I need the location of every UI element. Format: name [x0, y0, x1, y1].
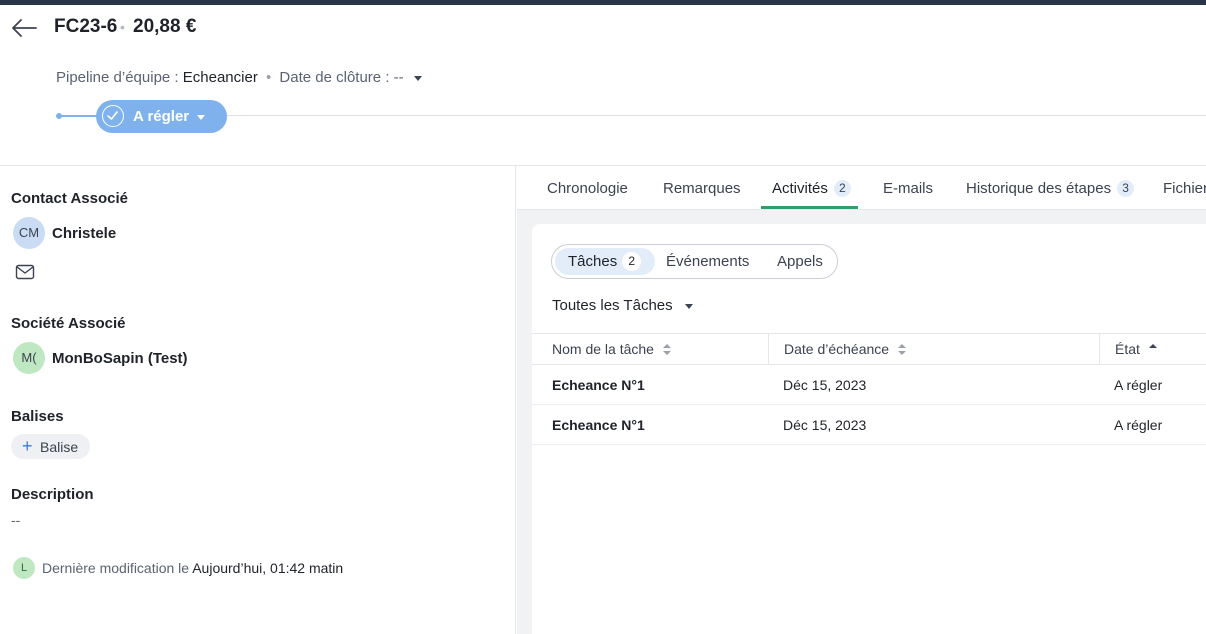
chevron-down-icon [197, 115, 205, 120]
tab-remarques[interactable]: Remarques [663, 180, 741, 197]
segment-appels[interactable]: Appels [777, 248, 823, 275]
task-filter-dropdown[interactable]: Toutes les Tâches [552, 297, 693, 314]
deal-title: FC23-6 [54, 16, 118, 37]
segment-evenements[interactable]: Événements [666, 248, 749, 275]
tab-historique[interactable]: Historique des étapes 3 [966, 180, 1135, 197]
last-modified: Dernière modification le Aujourd’hui, 01… [42, 560, 343, 576]
stage-label: A régler [133, 108, 190, 125]
task-name[interactable]: Echeance N°1 [552, 417, 645, 433]
tab-label: Chronologie [547, 180, 628, 197]
task-due-date: Déc 15, 2023 [783, 377, 867, 393]
check-icon [102, 105, 124, 127]
tab-emails[interactable]: E-mails [883, 180, 933, 197]
plus-icon: + [22, 436, 33, 456]
active-tab-indicator [761, 206, 858, 209]
chevron-down-icon [684, 303, 693, 309]
contact-name[interactable]: Christele [52, 225, 116, 242]
segment-count-badge: 2 [622, 252, 642, 271]
contact-avatar[interactable]: CM [13, 217, 45, 249]
add-tag-button[interactable]: + Balise [11, 434, 90, 459]
sort-icon [662, 344, 671, 356]
company-name[interactable]: MonBoSapin (Test) [52, 350, 188, 367]
last-modified-value: Aujourd’hui, 01:42 matin [192, 560, 344, 576]
close-date-label: Date de clôture : [279, 69, 390, 86]
company-avatar[interactable]: M( [13, 342, 45, 374]
pipeline-value-text: Echeancier [182, 69, 258, 86]
pipeline-track [58, 115, 1206, 116]
pipeline-label: Pipeline d’équipe : [56, 69, 179, 86]
task-state: A régler [1114, 417, 1163, 433]
close-date-value[interactable]: -- [394, 69, 404, 86]
column-header-due-date[interactable]: Date d’échéance [784, 334, 907, 364]
pipeline-progress [58, 115, 100, 117]
deal-header: FC23-6 • 20,88 € Pipeline d’équipe : Ech… [0, 5, 1206, 165]
segment-taches[interactable]: Tâches 2 [555, 248, 655, 275]
segment-label: Événements [666, 253, 750, 270]
sort-icon [898, 344, 907, 356]
company-section-title: Société Associé [11, 315, 126, 332]
segment-label: Appels [777, 253, 823, 270]
activity-panel: Chronologie Remarques Activités 2 E-mails… [517, 166, 1206, 634]
tags-section-title: Balises [11, 408, 64, 425]
tab-label: Historique des étapes [966, 180, 1112, 197]
deal-meta: Pipeline d’équipe : Echeancier • Date de… [56, 69, 422, 89]
last-modified-label: Dernière modification le [42, 560, 190, 576]
activity-type-switch: Tâches 2 Événements Appels [551, 244, 838, 279]
task-name[interactable]: Echeance N°1 [552, 377, 645, 393]
contact-section-title: Contact Associé [11, 190, 128, 207]
column-divider[interactable] [1099, 334, 1100, 364]
table-header: Nom de la tâche Date d’échéance État [532, 333, 1206, 365]
pipeline-start-dot [56, 113, 62, 119]
task-filter-label: Toutes les Tâches [552, 297, 673, 314]
activities-card: Tâches 2 Événements Appels Toutes les Tâc… [532, 224, 1206, 634]
task-state: A régler [1114, 377, 1163, 393]
description-value[interactable]: -- [11, 512, 20, 528]
table-row[interactable]: Echeance N°1 Déc 15, 2023 A régler [532, 365, 1206, 405]
tab-count-badge: 3 [1117, 180, 1135, 197]
title-separator: • [120, 19, 125, 35]
add-tag-label: Balise [40, 439, 79, 455]
tab-label: Fichiers [1163, 180, 1206, 197]
mail-icon[interactable] [15, 264, 35, 280]
column-divider[interactable] [768, 334, 769, 364]
meta-separator: • [265, 69, 272, 86]
stage-dropdown[interactable]: A régler [96, 100, 227, 133]
column-label: État [1115, 341, 1140, 357]
sort-ascending-icon [1148, 344, 1157, 356]
table-row[interactable]: Echeance N°1 Déc 15, 2023 A régler [532, 405, 1206, 445]
modifier-avatar: L [13, 557, 35, 579]
tab-fichiers[interactable]: Fichiers [1163, 180, 1206, 197]
tab-chronologie[interactable]: Chronologie [547, 180, 628, 197]
tab-activites[interactable]: Activités 2 [772, 180, 851, 197]
details-panel: Contact Associé CM Christele Société Ass… [0, 166, 516, 634]
close-date-dropdown-icon[interactable] [413, 75, 422, 81]
tab-bar: Chronologie Remarques Activités 2 E-mails… [517, 166, 1206, 210]
description-section-title: Description [11, 486, 94, 503]
column-label: Date d’échéance [784, 341, 890, 357]
tab-label: Remarques [663, 180, 741, 197]
deal-amount: 20,88 € [133, 16, 197, 37]
segment-label: Tâches [568, 253, 618, 270]
tab-count-badge: 2 [833, 180, 851, 197]
back-arrow-icon[interactable] [10, 17, 38, 39]
tab-label: E-mails [883, 180, 934, 197]
task-due-date: Déc 15, 2023 [783, 417, 867, 433]
column-header-name[interactable]: Nom de la tâche [552, 334, 671, 364]
pipeline-value[interactable]: Echeancier [178, 69, 265, 89]
column-label: Nom de la tâche [552, 341, 654, 357]
column-header-state[interactable]: État [1115, 334, 1157, 364]
tab-label: Activités [772, 180, 828, 197]
